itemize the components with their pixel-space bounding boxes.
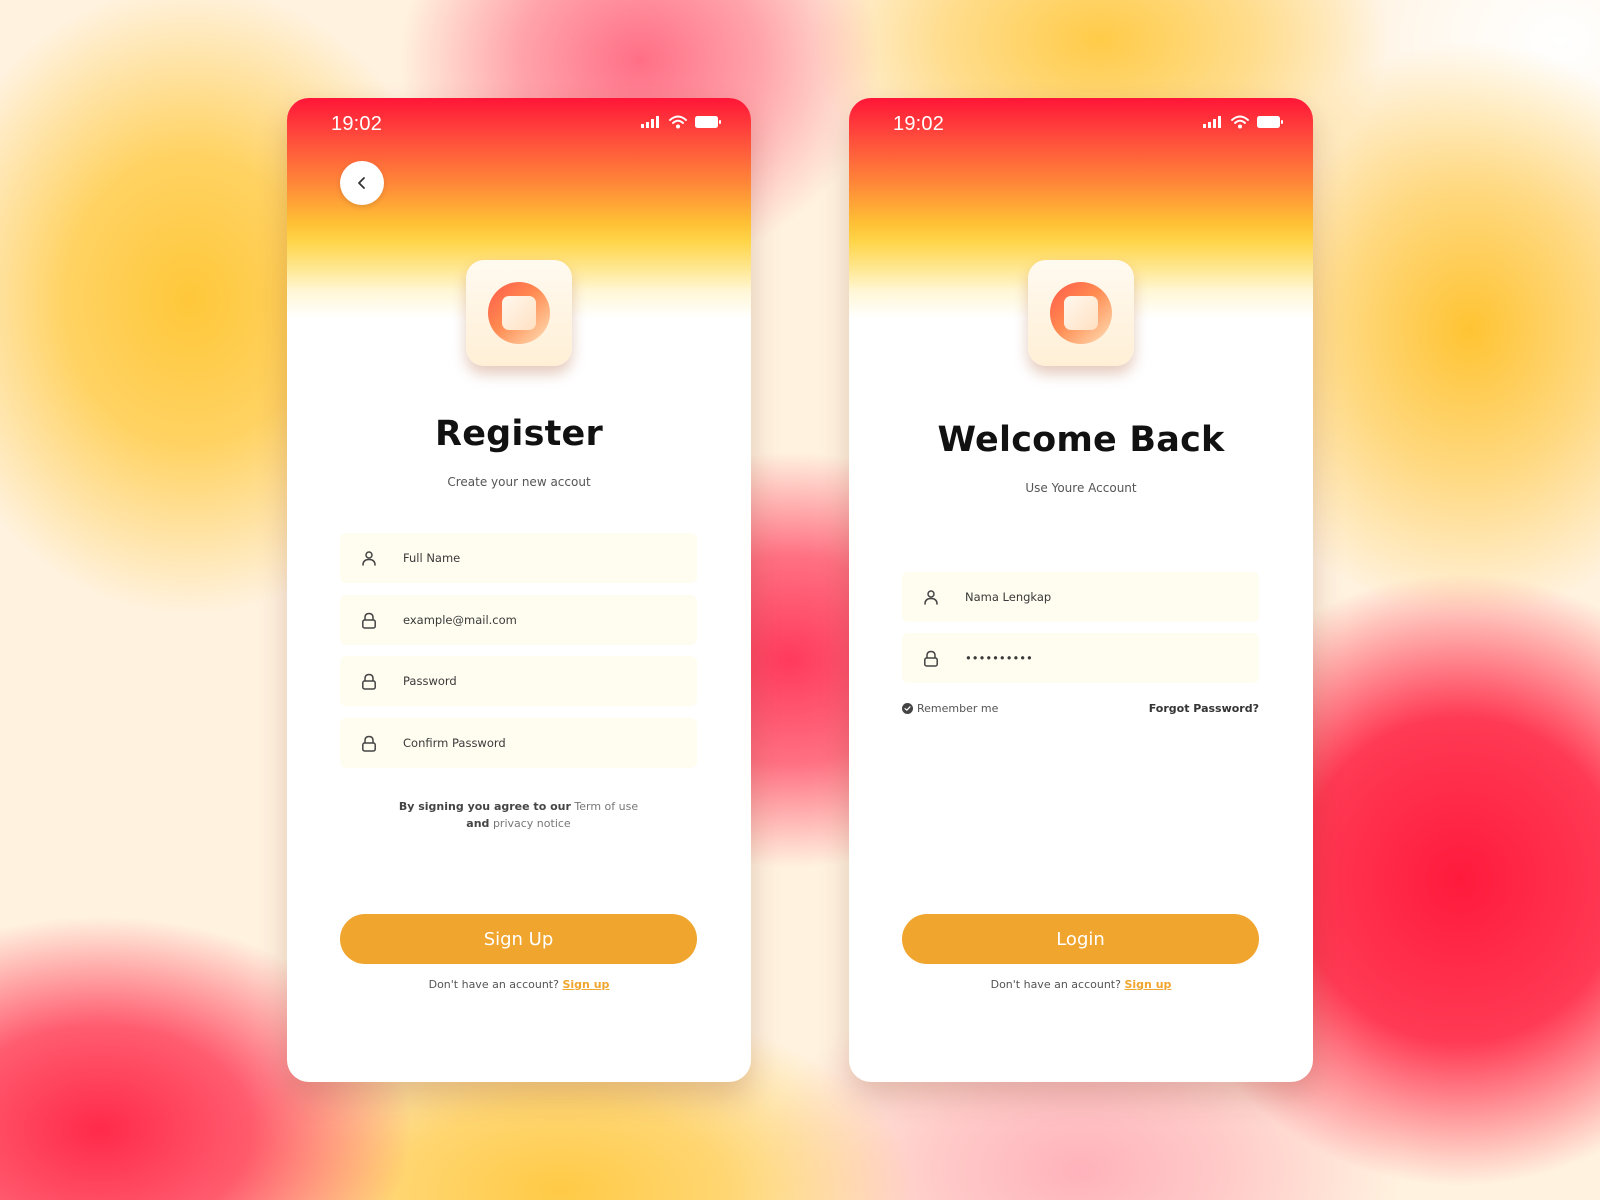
page-subtitle: Use Youre Account xyxy=(1025,481,1137,495)
confirm-password-input[interactable] xyxy=(401,735,685,751)
name-input[interactable] xyxy=(963,589,1247,605)
status-icons xyxy=(1203,115,1283,129)
full-name-input[interactable] xyxy=(401,550,685,566)
wifi-icon xyxy=(669,115,687,129)
register-screen: 19:02 Register Create your new accout Fu… xyxy=(287,98,751,1082)
app-logo-icon xyxy=(1028,260,1134,366)
signal-icon xyxy=(641,116,659,128)
sign-up-link[interactable]: Sign up xyxy=(562,978,609,991)
lock-icon xyxy=(920,647,942,669)
terms-of-use-link[interactable]: Term of use xyxy=(574,800,638,813)
full-name-field[interactable] xyxy=(340,533,697,583)
sign-up-link[interactable]: Sign up xyxy=(1124,978,1171,991)
blurred-background xyxy=(0,0,1600,1200)
no-account-text: Don't have an account? xyxy=(990,978,1121,991)
no-account-prompt: Don't have an account? Sign up xyxy=(849,978,1313,991)
user-icon xyxy=(920,586,942,608)
status-bar: 19:02 xyxy=(849,98,1313,154)
lock-icon xyxy=(358,670,380,692)
email-field[interactable] xyxy=(340,595,697,645)
terms-prefix: By signing you agree to our xyxy=(398,800,571,813)
status-bar: 19:02 xyxy=(287,98,751,154)
user-icon xyxy=(358,547,380,569)
email-input[interactable] xyxy=(401,612,685,628)
page-title: Welcome Back xyxy=(937,420,1225,460)
status-icons xyxy=(641,115,721,129)
lock-icon xyxy=(358,732,380,754)
password-field[interactable] xyxy=(340,656,697,706)
remember-me-checkbox[interactable]: Remember me xyxy=(902,702,998,715)
name-field[interactable] xyxy=(902,572,1259,622)
confirm-password-field[interactable] xyxy=(340,718,697,768)
status-time: 19:02 xyxy=(893,113,945,135)
login-button[interactable]: Login xyxy=(902,914,1259,964)
battery-icon xyxy=(695,116,721,128)
back-button[interactable] xyxy=(340,161,384,205)
terms-notice: By signing you agree to our Term of use … xyxy=(340,798,697,832)
password-input[interactable] xyxy=(401,673,685,689)
forgot-password-link[interactable]: Forgot Password? xyxy=(1149,702,1259,715)
lock-icon xyxy=(358,609,380,631)
status-time: 19:02 xyxy=(331,113,383,135)
password-input[interactable] xyxy=(963,650,1247,666)
no-account-text: Don't have an account? xyxy=(428,978,559,991)
remember-me-label: Remember me xyxy=(917,702,999,715)
privacy-notice-link[interactable]: privacy notice xyxy=(493,817,571,830)
chevron-left-icon xyxy=(358,177,365,189)
terms-and: and xyxy=(466,817,490,830)
page-title: Register xyxy=(435,414,603,454)
signal-icon xyxy=(1203,116,1221,128)
check-circle-icon xyxy=(902,703,913,714)
app-logo-icon xyxy=(466,260,572,366)
sign-up-button[interactable]: Sign Up xyxy=(340,914,697,964)
battery-icon xyxy=(1257,116,1283,128)
login-screen: 19:02 Welcome Back Use Youre Account Nam… xyxy=(849,98,1313,1082)
password-field[interactable] xyxy=(902,633,1259,683)
no-account-prompt: Don't have an account? Sign up xyxy=(287,978,751,991)
page-subtitle: Create your new accout xyxy=(447,475,591,489)
remember-row: Remember me Forgot Password? xyxy=(902,702,1259,718)
wifi-icon xyxy=(1231,115,1249,129)
